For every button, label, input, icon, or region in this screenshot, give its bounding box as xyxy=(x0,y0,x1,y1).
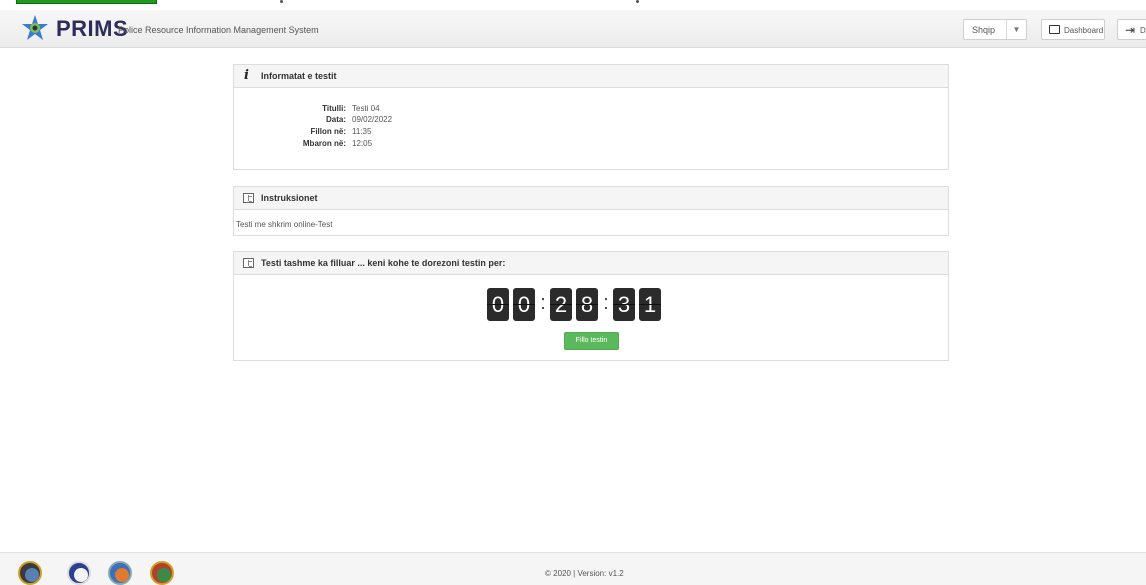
top-header: PRIMS Police Resource Information Manage… xyxy=(0,10,1146,48)
seal-2-icon xyxy=(67,561,91,585)
test-info-title: Informatat e testit xyxy=(261,71,337,81)
info-value: Testi 04 xyxy=(352,104,380,113)
info-value: 12:05 xyxy=(352,139,373,148)
list-alt-icon xyxy=(243,258,254,268)
language-select[interactable]: Shqip ▼ xyxy=(963,19,1027,40)
instructions-title: Instruksionet xyxy=(261,193,318,203)
instructions-header: Instruksionet xyxy=(234,187,948,210)
info-value: 09/02/2022 xyxy=(352,115,393,124)
test-info-header: i Informatat e testit xyxy=(234,65,948,88)
countdown-title: Testi tashme ka filluar ... keni kohe te… xyxy=(261,258,506,268)
instructions-panel: Instruksionet Testi me shkrim online-Tes… xyxy=(233,186,949,236)
timer-digit: 3 xyxy=(613,288,635,321)
test-info-panel: i Informatat e testit Titulli: Testi 04 … xyxy=(233,64,949,170)
dashboard-button[interactable]: Dashboard xyxy=(1041,19,1105,40)
timer-digit: 0 xyxy=(513,288,535,321)
info-label: Mbaron në: xyxy=(302,139,346,148)
info-label: Data: xyxy=(325,115,346,124)
dashboard-label: Dashboard xyxy=(1064,26,1104,35)
dot-mark xyxy=(280,0,283,3)
footer: © 2020 | Version: v1.2 xyxy=(0,552,1146,585)
police-star-logo-icon[interactable] xyxy=(20,14,50,44)
countdown-header: Testi tashme ka filluar ... keni kohe te… xyxy=(234,252,948,275)
logout-label: D xyxy=(1140,26,1146,35)
countdown-panel: Testi tashme ka filluar ... keni kohe te… xyxy=(233,251,949,361)
start-test-button[interactable]: Fillo testin xyxy=(564,332,619,350)
info-row-title: Titulli: Testi 04 xyxy=(234,104,379,114)
dot-mark xyxy=(636,0,639,3)
top-strip xyxy=(0,0,1146,10)
chevron-down-icon: ▼ xyxy=(1006,20,1026,39)
green-highlight-bar xyxy=(16,0,157,4)
seal-3-icon xyxy=(108,561,132,585)
timer-separator: : xyxy=(540,292,546,314)
info-row-start: Fillon në: 11:35 xyxy=(234,127,371,137)
footer-version: © 2020 | Version: v1.2 xyxy=(545,569,624,578)
seal-1-icon xyxy=(18,561,42,585)
info-row-date: Data: 09/02/2022 xyxy=(234,115,392,125)
language-value: Shqip xyxy=(972,25,996,35)
timer-digit: 1 xyxy=(639,288,661,321)
info-value: 11:35 xyxy=(352,127,372,136)
timer-digit: 8 xyxy=(576,288,598,321)
instructions-text: Testi me shkrim online-Test xyxy=(236,220,333,229)
brand-subtitle: Police Resource Information Management S… xyxy=(118,25,319,35)
info-label: Titulli: xyxy=(322,104,346,113)
sign-out-icon: ⇥ xyxy=(1125,23,1136,37)
monitor-icon xyxy=(1049,25,1060,34)
timer-separator: : xyxy=(603,292,609,314)
logout-button[interactable]: ⇥ D xyxy=(1117,19,1146,40)
info-icon: i xyxy=(244,68,249,83)
seal-4-icon xyxy=(150,561,174,585)
list-alt-icon xyxy=(243,193,254,203)
timer-digit: 2 xyxy=(550,288,572,321)
info-row-end: Mbaron në: 12:05 xyxy=(234,139,372,149)
timer-digit: 0 xyxy=(487,288,509,321)
info-label: Fillon në: xyxy=(310,127,346,136)
